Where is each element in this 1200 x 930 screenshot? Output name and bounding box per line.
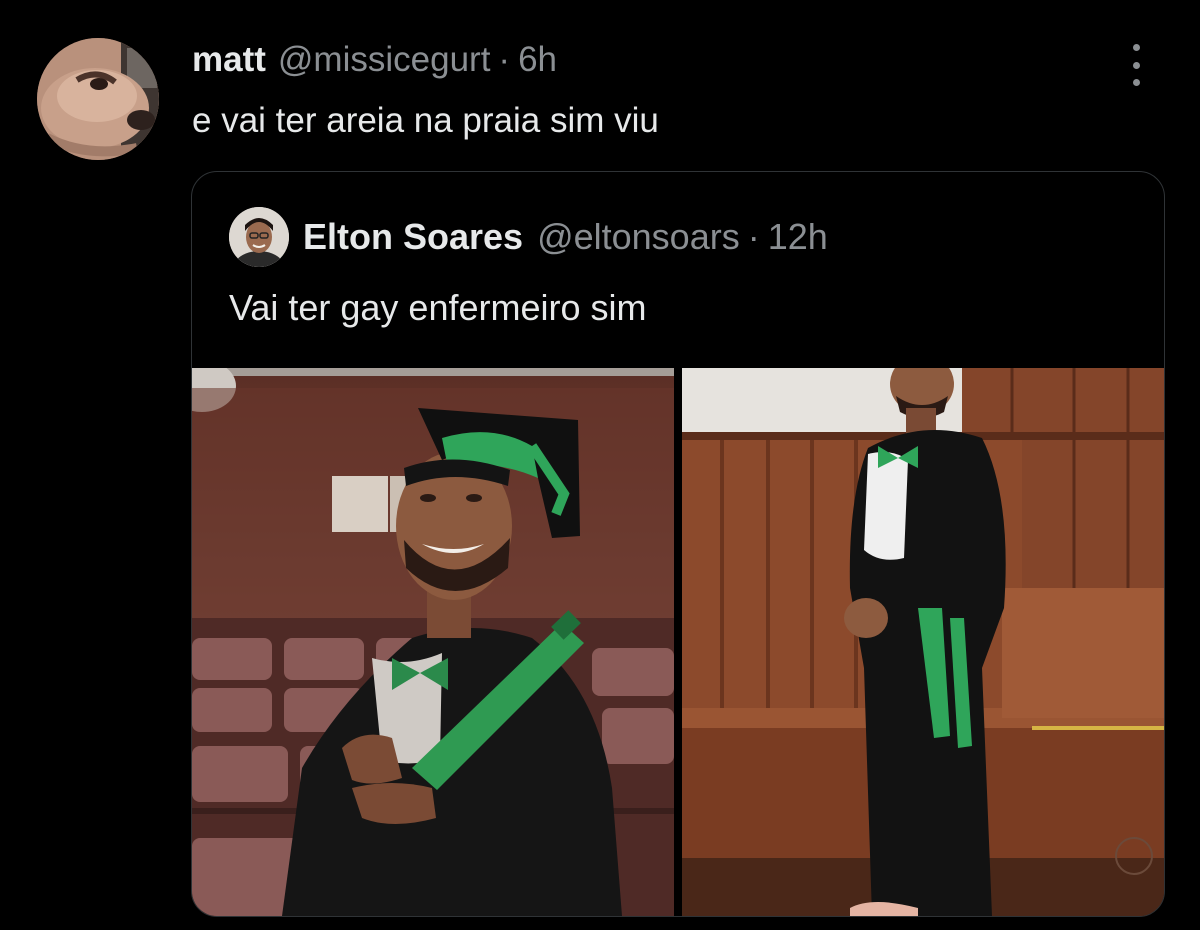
header-separator: · — [498, 40, 511, 79]
more-vertical-icon-dot — [1132, 61, 1140, 69]
quoted-author-handle[interactable]: @eltonsoars — [537, 216, 740, 258]
quoted-header-separator: · — [747, 216, 760, 257]
more-vertical-icon — [1132, 44, 1140, 51]
graduation-photo-2 — [682, 368, 1164, 916]
quoted-post-timestamp[interactable]: 12h — [768, 216, 828, 258]
person-avatar-image — [229, 207, 289, 267]
media-photo-graduate-standing[interactable] — [682, 368, 1164, 916]
quoted-tweet-card[interactable]: Elton Soares @eltonsoars · 12h Vai ter g… — [191, 171, 1165, 917]
quoted-tweet-text: Vai ter gay enfermeiro sim — [229, 287, 647, 328]
quoted-tweet-header: Elton Soares @eltonsoars · 12h — [229, 207, 828, 267]
author-handle[interactable]: @missicegurt — [278, 40, 491, 80]
author-display-name[interactable]: matt — [192, 40, 266, 80]
media-grid — [192, 368, 1164, 916]
more-vertical-icon-dot — [1132, 79, 1140, 86]
dog-avatar-image — [37, 38, 159, 160]
tweet-text: e vai ter areia na praia sim viu — [192, 101, 659, 140]
quoted-author-display-name[interactable]: Elton Soares — [303, 216, 523, 258]
tweet-header: matt @missicegurt · 6h — [192, 40, 557, 86]
author-avatar[interactable] — [37, 38, 159, 160]
tweet[interactable]: matt @missicegurt · 6h e vai ter areia n… — [0, 0, 1200, 930]
graduation-photo-1 — [192, 368, 674, 916]
post-timestamp[interactable]: 6h — [518, 40, 557, 80]
quoted-author-avatar[interactable] — [229, 207, 289, 267]
more-options-button[interactable] — [1122, 44, 1150, 86]
media-photo-graduate-with-cap[interactable] — [192, 368, 674, 916]
